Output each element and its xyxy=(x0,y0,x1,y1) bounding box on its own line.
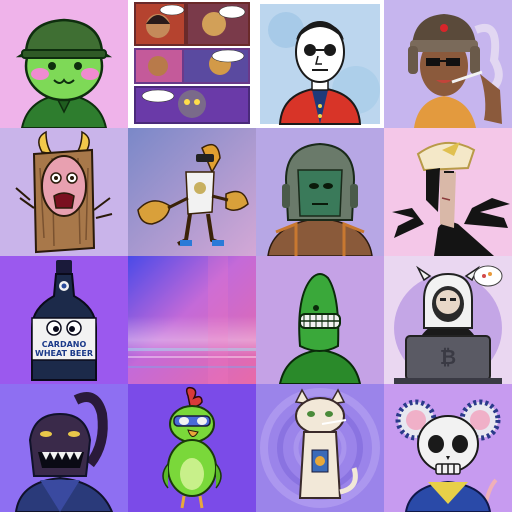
tile-dark-dragon-robed[interactable] xyxy=(0,384,128,512)
bottle-label-line1: CARDANO xyxy=(42,340,87,349)
tile-cardano-wheat-beer-bottle[interactable]: CARDANO WHEAT BEER xyxy=(0,256,128,384)
tile-man-with-glasses-painting[interactable] xyxy=(256,0,384,128)
man-painting-image xyxy=(256,0,384,128)
tile-crawfish-robot[interactable] xyxy=(128,128,256,256)
dark-dragon-image xyxy=(0,384,128,512)
bitcoin-icon: ₿ xyxy=(440,345,456,369)
tile-hooded-hacker-laptop[interactable]: ₿ xyxy=(384,256,512,384)
tile-abstract-glitch-gradient[interactable] xyxy=(128,256,256,384)
tile-green-parrot-bird[interactable] xyxy=(128,384,256,512)
space-marine-image xyxy=(256,128,384,256)
tile-feathered-mask-figure[interactable] xyxy=(384,128,512,256)
cucumber-man-image xyxy=(256,256,384,384)
glitch-gradient-image xyxy=(128,256,256,384)
parrot-bird-image xyxy=(128,384,256,512)
hooded-hacker-image: ₿ xyxy=(384,256,512,384)
tile-green-frog-soldier[interactable] xyxy=(0,0,128,128)
nft-image-grid: CARDANO WHEAT BEER ₿ xyxy=(0,0,512,512)
tile-space-marine-helmet[interactable] xyxy=(256,128,384,256)
wooden-demon-image xyxy=(0,128,128,256)
tile-smoking-woman-ushanka[interactable] xyxy=(384,0,512,128)
frog-soldier-image xyxy=(0,0,128,128)
tile-green-cucumber-man[interactable] xyxy=(256,256,384,384)
comic-page-image xyxy=(128,0,256,128)
crawfish-robot-image xyxy=(128,128,256,256)
skull-mouse-image xyxy=(384,384,512,512)
tile-wooden-block-demon[interactable] xyxy=(0,128,128,256)
cat-cigarette-image xyxy=(256,384,384,512)
smoking-woman-image xyxy=(384,0,512,128)
bottle-label-line2: WHEAT BEER xyxy=(35,349,93,358)
feathered-figure-image xyxy=(384,128,512,256)
tile-comic-page[interactable] xyxy=(128,0,256,128)
tile-skull-mouse[interactable] xyxy=(384,384,512,512)
beer-bottle-image: CARDANO WHEAT BEER xyxy=(0,256,128,384)
tile-cat-with-cigarette[interactable] xyxy=(256,384,384,512)
